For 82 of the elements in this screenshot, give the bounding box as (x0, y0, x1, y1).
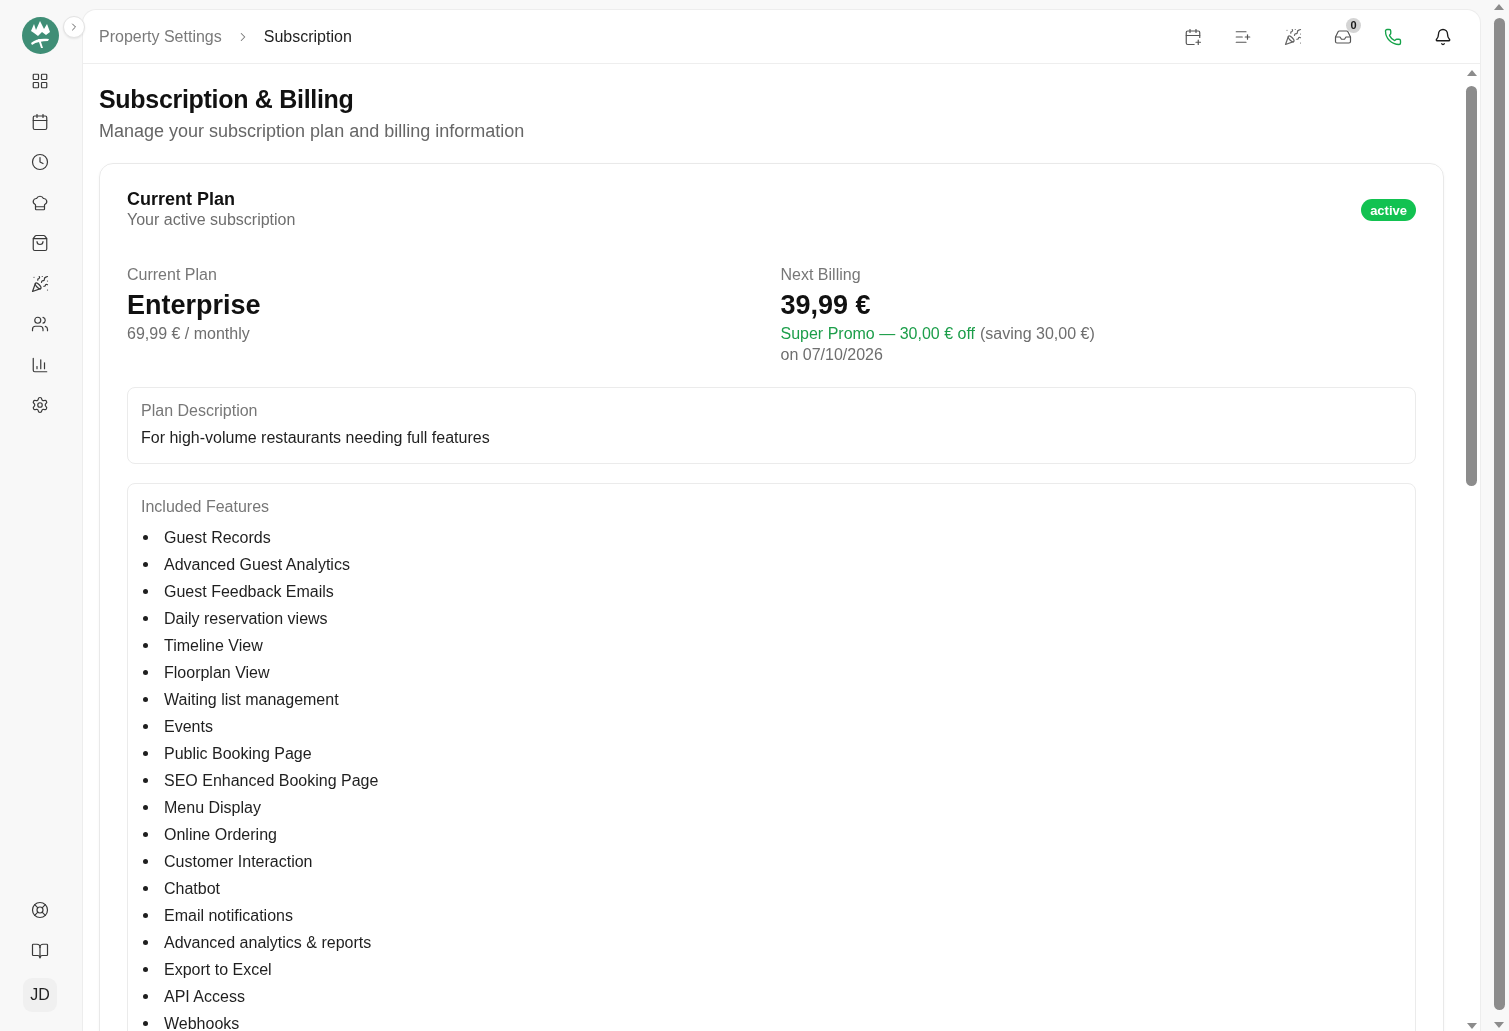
party-popper-icon[interactable] (31, 274, 49, 293)
bullet-icon (143, 886, 148, 891)
count-badge: 0 (1346, 17, 1361, 33)
calendar-plus-icon[interactable] (1184, 27, 1202, 46)
features-label: Included Features (141, 497, 271, 517)
bullet-icon (143, 832, 148, 837)
feature-item: Guest Records (164, 527, 271, 548)
feature-item: SEO Enhanced Booking Page (164, 770, 379, 791)
description-text: For high-volume restaurants needing full features (141, 428, 491, 448)
page-title: Subscription & Billing (99, 84, 355, 114)
party-popper-icon[interactable] (1284, 27, 1302, 46)
feature-item: Menu Display (164, 797, 261, 818)
bullet-icon (143, 697, 148, 702)
plan-price: 69,99 € / monthly (127, 324, 250, 344)
promo-text: Super Promo — 30,00 € off (780, 324, 975, 344)
bullet-icon (143, 967, 148, 972)
bullet-icon (143, 589, 148, 594)
feature-item: Email notifications (164, 905, 293, 926)
card-title: Current Plan (127, 189, 237, 210)
shopping-bag-icon[interactable] (31, 234, 49, 253)
bullet-icon (143, 805, 148, 810)
phone-icon[interactable] (1384, 27, 1402, 46)
page-subtitle: Manage your subscription plan and billing information (99, 120, 526, 142)
clock-icon[interactable] (31, 153, 49, 172)
feature-item: Advanced analytics & reports (164, 932, 372, 953)
billing-amount: 39,99 € (780, 289, 871, 321)
feature-item: Timeline View (164, 635, 263, 656)
grid-icon[interactable] (31, 72, 49, 91)
saving-text: (saving 30,00 €) (980, 324, 1095, 344)
calendar-icon[interactable] (31, 112, 49, 131)
bullet-icon (143, 940, 148, 945)
description-label: Plan Description (141, 401, 259, 421)
feature-item: Waiting list management (164, 689, 339, 710)
scroll-down-arrow-icon[interactable] (1466, 1023, 1477, 1029)
status-badge: active (1361, 199, 1416, 221)
feature-item: API Access (164, 986, 245, 1007)
feature-item: Export to Excel (164, 959, 272, 980)
scrollbar-thumb[interactable] (1493, 18, 1505, 1010)
feature-item: Customer Interaction (164, 851, 313, 872)
bullet-icon (143, 859, 148, 864)
bullet-icon (143, 616, 148, 621)
feature-item: Floorplan View (164, 662, 270, 683)
next-billing-label: Next Billing (780, 265, 861, 285)
feature-item: Advanced Guest Analytics (164, 554, 350, 575)
scroll-down-arrow-icon[interactable] (1494, 1022, 1504, 1028)
feature-item: Daily reservation views (164, 608, 328, 629)
chef-hat-icon[interactable] (31, 193, 49, 212)
bar-chart-icon[interactable] (31, 355, 49, 374)
feature-item: Chatbot (164, 878, 221, 899)
bullet-icon (143, 778, 148, 783)
bell-icon[interactable] (1434, 27, 1452, 46)
bullet-icon (143, 751, 148, 756)
bullet-icon (143, 535, 148, 540)
feature-item: Guest Feedback Emails (164, 581, 334, 602)
feature-item: Webhooks (164, 1013, 240, 1031)
bullet-icon (143, 994, 148, 999)
bullet-icon (143, 643, 148, 648)
breadcrumb-current: Subscription (263, 27, 352, 46)
bullet-icon (143, 724, 148, 729)
billing-date: on 07/10/2026 (780, 345, 883, 365)
scroll-up-arrow-icon[interactable] (1494, 4, 1504, 10)
scrollbar-thumb[interactable] (1466, 86, 1477, 486)
feature-item: Online Ordering (164, 824, 277, 845)
user-avatar[interactable]: JD (23, 978, 57, 1012)
bullet-icon (143, 670, 148, 675)
sidebar-toggle-button[interactable] (63, 16, 85, 38)
breadcrumb-link[interactable]: Property Settings (99, 27, 222, 46)
card-subtitle: Your active subscription (127, 210, 296, 230)
inbox-icon[interactable] (1334, 27, 1352, 46)
users-icon[interactable] (31, 315, 49, 334)
feature-item: Events (164, 716, 213, 737)
feature-item: Public Booking Page (164, 743, 312, 764)
book-icon[interactable] (31, 941, 49, 960)
bullet-icon (143, 562, 148, 567)
plan-name: Enterprise (127, 289, 261, 321)
bullet-icon (143, 913, 148, 918)
bullet-icon (143, 1021, 148, 1026)
settings-icon[interactable] (31, 396, 49, 415)
logo-icon[interactable] (21, 17, 59, 54)
current-plan-label: Current Plan (127, 265, 217, 285)
scroll-up-arrow-icon[interactable] (1466, 70, 1477, 76)
help-lifebuoy-icon[interactable] (31, 901, 49, 920)
